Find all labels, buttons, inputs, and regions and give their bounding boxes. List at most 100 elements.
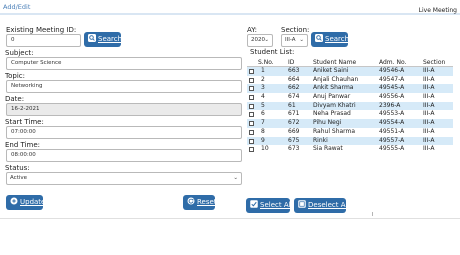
cell-section: III-A: [423, 84, 435, 92]
student-row[interactable]: 10 673 Sia Rawat 49555-A III-A: [247, 145, 453, 154]
cell-adm-no: 49547-A: [379, 75, 405, 83]
search-icon: [315, 34, 323, 42]
cell-sno: 4: [261, 93, 265, 101]
column-header-sno: S.No.: [258, 59, 274, 66]
end-time-input[interactable]: 08:00:00: [6, 149, 242, 162]
divider-tick: [372, 212, 373, 216]
cell-adm-no: 49555-A: [379, 145, 405, 153]
start-time-input[interactable]: 07:00:00: [6, 126, 242, 139]
top-bar: Add/Edit Live Meeting: [0, 0, 460, 15]
student-row[interactable]: 2 664 Anjali Chauhan 49547-A III-A: [247, 75, 453, 85]
topic-input[interactable]: Networking: [6, 80, 242, 93]
ay-label: AY:: [247, 26, 257, 34]
column-header-id: ID: [288, 59, 295, 66]
section-select[interactable]: III-A ⌄: [281, 34, 308, 47]
cell-sno: 8: [261, 127, 265, 135]
cell-student-name: Sia Rawat: [313, 145, 343, 153]
cell-id: 671: [288, 110, 300, 118]
student-checkbox[interactable]: [249, 86, 254, 92]
student-row[interactable]: 7 672 Pihu Negi 49554-A III-A: [247, 119, 453, 128]
student-row[interactable]: 6 671 Neha Prasad 49553-A III-A: [247, 110, 453, 120]
status-select[interactable]: Active ⌄: [6, 172, 242, 185]
cell-adm-no: 49557-A: [379, 136, 405, 144]
search-meeting-button[interactable]: Search: [84, 32, 123, 47]
student-row[interactable]: 8 669 Rahul Sharma 49551-A III-A: [247, 127, 453, 137]
cell-sno: 5: [261, 101, 265, 109]
update-button[interactable]: Update: [6, 195, 46, 210]
cell-id: 675: [288, 136, 300, 144]
cell-sno: 2: [261, 75, 265, 83]
cell-section: III-A: [423, 127, 435, 135]
cell-section: III-A: [423, 101, 435, 109]
search-students-label: Search: [325, 35, 350, 43]
cell-id: 662: [288, 84, 300, 92]
student-checkbox[interactable]: [249, 95, 254, 101]
subject-label: Subject:: [5, 49, 34, 57]
student-checkbox[interactable]: [249, 77, 254, 83]
date-label: Date:: [5, 95, 25, 103]
cell-section: III-A: [423, 67, 435, 74]
cell-id: 669: [288, 127, 300, 135]
student-row[interactable]: 4 674 Anuj Panwar 49556-A III-A: [247, 93, 453, 102]
section-value: III-A: [285, 37, 296, 43]
chevron-down-icon: ⌄: [299, 37, 304, 43]
search-students-button[interactable]: Search: [311, 32, 350, 47]
ay-select[interactable]: 2020 ⌄: [247, 34, 273, 47]
student-checkbox[interactable]: [249, 112, 254, 118]
student-checkbox[interactable]: [249, 129, 254, 135]
cell-section: III-A: [423, 136, 435, 144]
cell-id: 672: [288, 119, 300, 127]
student-checkbox[interactable]: [249, 121, 254, 127]
cell-adm-no: 49546-A: [379, 67, 405, 74]
subject-input[interactable]: Computer Science: [6, 57, 242, 70]
ay-value: 2020: [251, 37, 265, 43]
cell-sno: 6: [261, 110, 265, 118]
deselect-all-button[interactable]: Deselect All: [294, 198, 349, 213]
cell-student-name: Ankit Sharma: [313, 84, 354, 92]
reset-button[interactable]: Reset: [183, 195, 217, 210]
column-header-adm-no: Adm. No.: [379, 59, 407, 66]
checkbox-checked-icon: [250, 200, 258, 208]
cell-sno: 1: [261, 67, 265, 74]
cell-section: III-A: [423, 119, 435, 127]
cell-section: III-A: [423, 93, 435, 101]
date-input[interactable]: 16-2-2021: [6, 103, 242, 116]
live-meeting-label[interactable]: Live Meeting: [419, 7, 457, 14]
column-header-section: Section: [423, 59, 446, 66]
select-all-button[interactable]: Select All: [246, 198, 293, 213]
chevron-down-icon: ⌄: [233, 175, 238, 181]
cell-id: 61: [288, 101, 296, 109]
student-row[interactable]: 9 675 Rinki 49557-A III-A: [247, 136, 453, 146]
cell-student-name: Anuj Panwar: [313, 93, 351, 101]
student-checkbox[interactable]: [249, 138, 254, 144]
student-rows: 1 663 Aniket Saini 49546-A III-A 2 664 Anjali C…: [247, 67, 453, 154]
student-row[interactable]: 3 662 Ankit Sharma 49545-A III-A: [247, 84, 453, 94]
update-label: Update: [20, 198, 46, 206]
cell-adm-no: 49556-A: [379, 93, 405, 101]
status-label: Status:: [5, 164, 30, 172]
cell-adm-no: 49553-A: [379, 110, 405, 118]
start-time-label: Start Time:: [5, 118, 44, 126]
student-checkbox[interactable]: [249, 147, 254, 153]
student-checkbox[interactable]: [249, 69, 254, 74]
student-checkbox[interactable]: [249, 103, 254, 109]
cell-student-name: Aniket Saini: [313, 67, 349, 74]
existing-meeting-id-label: Existing Meeting ID:: [6, 26, 77, 34]
cell-section: III-A: [423, 75, 435, 83]
column-header-name: Student Name: [313, 59, 357, 66]
cell-sno: 7: [261, 119, 265, 127]
breadcrumb[interactable]: Add/Edit: [3, 3, 30, 11]
cell-student-name: Neha Prasad: [313, 110, 351, 118]
cell-student-name: Divyam Khatri: [313, 101, 356, 109]
end-time-label: End Time:: [5, 141, 41, 149]
footer-divider: [0, 218, 460, 219]
cell-adm-no: 49545-A: [379, 84, 405, 92]
student-list-title: Student List:: [250, 48, 295, 56]
search-meeting-label: Search: [98, 35, 123, 43]
section-label: Section:: [281, 26, 310, 34]
select-all-label: Select All: [260, 201, 293, 209]
student-row[interactable]: 1 663 Aniket Saini 49546-A III-A: [247, 67, 453, 76]
existing-meeting-id-input[interactable]: 0: [6, 34, 81, 47]
student-table: S.No. ID Student Name Adm. No. Section 1…: [247, 58, 453, 154]
student-row[interactable]: 5 61 Divyam Khatri 2396-A III-A: [247, 101, 453, 111]
